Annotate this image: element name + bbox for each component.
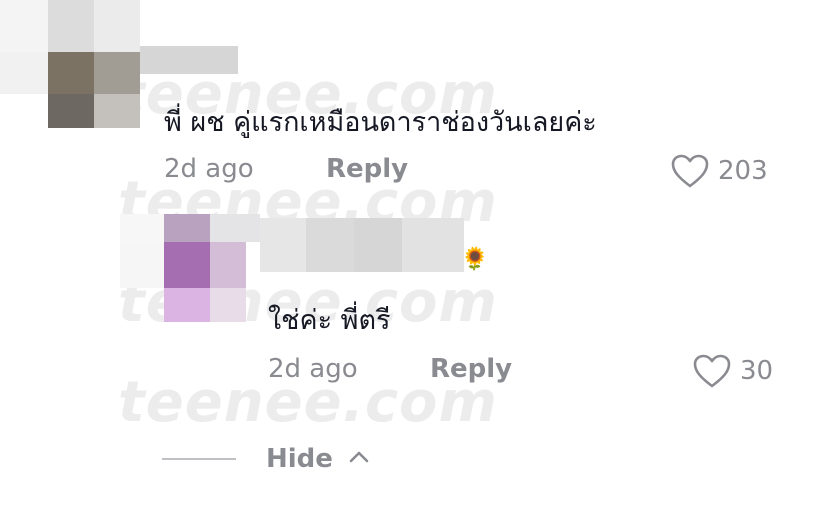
heart-outline-icon bbox=[692, 353, 732, 389]
reply-button[interactable]: Reply bbox=[326, 154, 408, 184]
comment-thread: teenee.com teenee.com teenee.com teenee.… bbox=[0, 0, 820, 517]
like-button[interactable]: 203 bbox=[670, 153, 768, 189]
reply-like-count: 30 bbox=[740, 356, 774, 386]
reply-username-redacted[interactable] bbox=[260, 218, 464, 272]
hide-label: Hide bbox=[266, 444, 333, 474]
avatar[interactable] bbox=[0, 0, 140, 130]
reply-text: ใช่ค่ะ พี่ตรี bbox=[268, 305, 391, 336]
reply-reply-button[interactable]: Reply bbox=[430, 354, 512, 384]
username-redacted[interactable] bbox=[140, 46, 238, 74]
reply-avatar[interactable] bbox=[120, 214, 260, 324]
sunflower-emoji: 🌻 bbox=[461, 247, 489, 272]
like-count: 203 bbox=[718, 156, 768, 186]
thread-divider bbox=[162, 458, 236, 460]
reply-like-button[interactable]: 30 bbox=[692, 353, 773, 389]
heart-outline-icon bbox=[670, 153, 710, 189]
chevron-up-icon bbox=[347, 449, 371, 469]
comment-time: 2d ago bbox=[164, 154, 254, 184]
reply-time: 2d ago bbox=[268, 354, 358, 384]
comment-text: พี่ ผช คู่แรกเหมือนดาราช่องวันเลยค่ะ bbox=[164, 107, 597, 138]
hide-replies-button[interactable]: Hide bbox=[162, 444, 371, 474]
